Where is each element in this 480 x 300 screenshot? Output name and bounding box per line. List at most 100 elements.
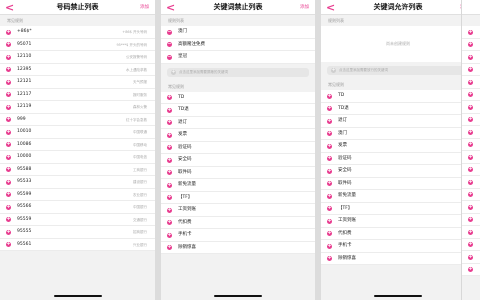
add-icon[interactable]: + [468,42,473,48]
add-icon[interactable]: + [327,93,332,99]
list-item[interactable]: +12110 公安报警号码 [0,51,155,64]
add-icon[interactable]: + [6,129,11,135]
remove-icon[interactable]: − [167,42,172,48]
add-icon[interactable]: + [167,245,172,251]
add-icon[interactable]: + [468,104,473,110]
add-icon[interactable]: + [6,192,11,198]
list-item[interactable]: + [462,89,480,101]
list-item[interactable]: + 取件码 [321,178,475,190]
list-item[interactable]: +95533 建设银行 [0,176,155,189]
add-icon[interactable]: + [468,229,473,235]
list-item[interactable]: +95588 工商银行 [0,164,155,176]
list-item[interactable]: + [462,176,480,189]
list-item[interactable]: + [462,64,480,76]
list-item[interactable]: + 取件码 [161,167,315,179]
list-item[interactable]: + [462,264,480,276]
list-item[interactable]: + [462,39,480,51]
home-indicator[interactable] [374,295,422,297]
add-icon[interactable]: + [468,204,473,210]
add-icon[interactable]: + [167,145,172,151]
list-item[interactable]: + [462,189,480,201]
list-item[interactable]: + [462,251,480,264]
list-item[interactable]: +95555 招商银行 [0,226,155,239]
list-item[interactable]: +10000 中国电信 [0,151,155,164]
add-icon[interactable]: + [468,192,473,198]
add-icon[interactable]: + [327,131,332,137]
list-item[interactable]: + TD退 [161,104,315,117]
list-item[interactable]: + [462,164,480,176]
add-icon[interactable]: + [167,195,172,201]
add-icon[interactable]: + [167,207,172,213]
list-item[interactable]: + [462,201,480,214]
add-icon[interactable]: + [468,179,473,185]
list-item[interactable]: − 皇冠 [161,51,315,64]
add-icon[interactable]: + [327,193,332,199]
add-icon[interactable]: + [167,182,172,188]
add-icon[interactable]: + [167,220,172,226]
list-item[interactable]: +12119 森林火警 [0,101,155,114]
list-item[interactable]: + 新免流量 [321,190,475,203]
list-item[interactable]: + [462,139,480,151]
remove-icon[interactable]: − [167,54,172,60]
list-item[interactable]: + 退订 [321,115,475,128]
home-indicator[interactable] [214,295,262,297]
list-item[interactable]: + [462,26,480,39]
add-icon[interactable]: + [327,243,332,249]
add-icon[interactable]: + [6,54,11,60]
add-icon[interactable]: + [327,156,332,162]
add-icon[interactable]: + [327,118,332,124]
add-icon[interactable]: + [167,157,172,163]
add-icon[interactable]: + [468,167,473,173]
list-item[interactable]: + +86$* +86$ 开头号码 [0,26,155,39]
list-item[interactable]: +12395 水上遇险求救 [0,64,155,76]
add-icon[interactable]: + [6,167,11,173]
list-item[interactable]: + 安全码 [321,165,475,178]
add-icon[interactable]: + [327,181,332,187]
add-icon[interactable]: + [327,106,332,112]
list-item[interactable]: +95599 农业银行 [0,189,155,201]
list-item[interactable]: +95071 95***$ 开头的号码 [0,39,155,51]
add-icon[interactable]: + [327,218,332,224]
list-item[interactable]: +95566 中国银行 [0,201,155,214]
list-item[interactable]: + [462,51,480,64]
add-icon[interactable]: + [6,117,11,123]
add-icon[interactable]: + [468,142,473,148]
add-icon[interactable]: + [167,170,172,176]
list-item[interactable]: − 澳门 [161,26,315,39]
add-icon[interactable]: + [327,256,332,262]
list-item[interactable]: + 手机卡 [161,229,315,242]
list-item[interactable]: +999 红十字会急救 [0,114,155,126]
list-item[interactable]: + 工资到账 [321,215,475,228]
add-icon[interactable]: + [468,79,473,85]
add-icon[interactable]: + [327,143,332,149]
list-item[interactable]: + [462,226,480,239]
list-item[interactable]: + 代扣费 [321,228,475,240]
add-icon[interactable]: + [6,142,11,148]
add-icon[interactable]: + [6,229,11,235]
list-item[interactable]: − 高额赌注免费 [161,39,315,51]
list-item[interactable]: + 验证码 [161,142,315,154]
add-icon[interactable]: + [468,242,473,248]
home-indicator[interactable] [53,295,102,297]
list-item[interactable]: +95559 交通银行 [0,214,155,226]
add-icon[interactable]: + [6,204,11,210]
list-item[interactable]: + 退订 [161,117,315,129]
add-icon[interactable]: + [327,168,332,174]
list-item[interactable]: + 代扣费 [161,217,315,229]
list-item[interactable]: + [462,101,480,114]
list-item[interactable]: + 安全码 [161,154,315,167]
list-item[interactable]: + 除销惊喜 [161,242,315,254]
list-item[interactable]: + [462,151,480,164]
add-icon[interactable]: + [327,206,332,212]
add-icon[interactable]: + [6,242,11,248]
add-button[interactable]: 添加 [140,0,149,15]
list-item[interactable]: +12117 报时服务 [0,89,155,101]
add-icon[interactable]: + [468,117,473,123]
add-icon[interactable]: + [6,67,11,73]
add-icon[interactable]: + [6,217,11,223]
list-item[interactable]: +12121 天气预报 [0,76,155,89]
list-item[interactable]: + 【TF】 [321,203,475,215]
list-item[interactable]: +10010 中国联通 [0,126,155,139]
add-icon[interactable]: + [468,217,473,223]
add-icon[interactable]: + [167,232,172,238]
